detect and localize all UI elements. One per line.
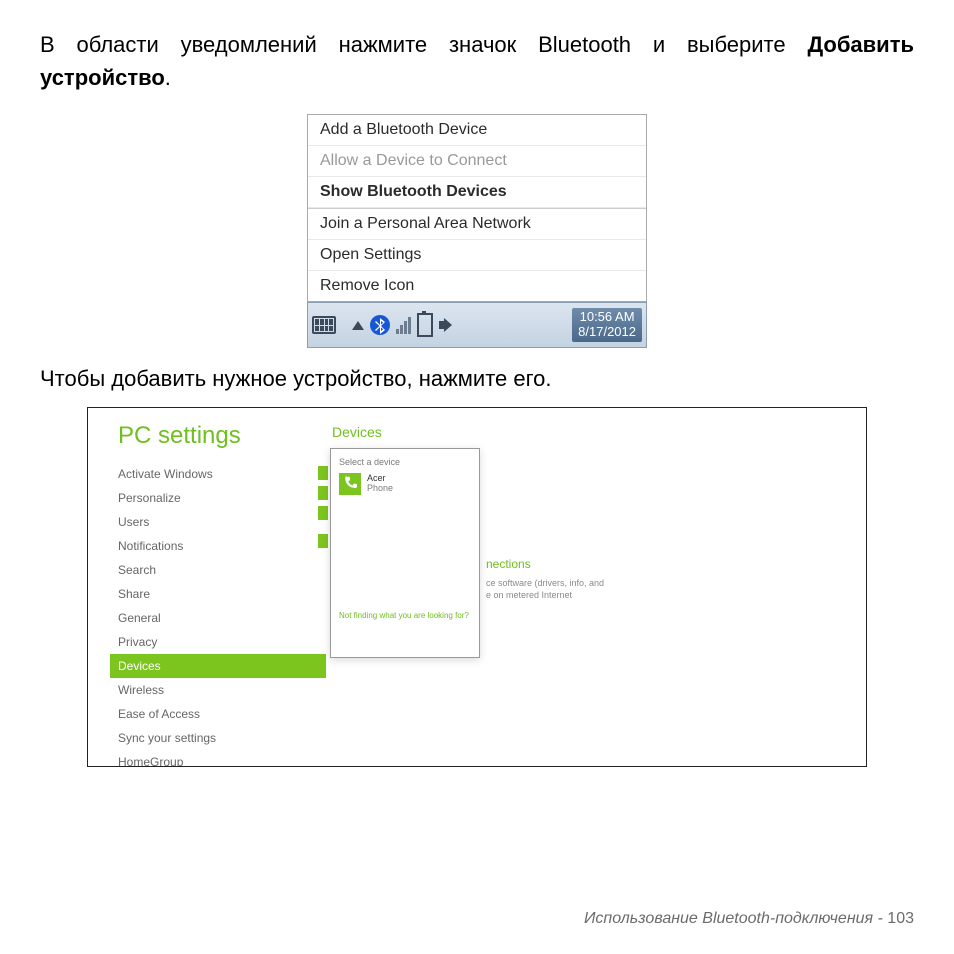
menu-allow-connect: Allow a Device to Connect [308,146,646,177]
menu-add-bt-device[interactable]: Add a Bluetooth Device [308,115,646,146]
connections-line2: e on metered Internet [486,589,852,602]
sidebar-item[interactable]: Notifications [110,534,326,558]
connections-line1: ce software (drivers, info, and [486,577,852,590]
intro-tail: . [165,65,171,90]
connections-header: nections [486,556,852,573]
clock-time: 10:56 AM [578,310,636,325]
volume-icon[interactable] [439,317,455,333]
keyboard-icon[interactable] [312,316,336,334]
pc-settings-screenshot: PC settings Activate WindowsPersonalizeU… [87,407,867,767]
sidebar-item[interactable]: Personalize [110,486,326,510]
pc-settings-title: PC settings [118,422,318,450]
phone-icon [339,473,361,495]
sidebar-item[interactable]: General [110,606,326,630]
show-hidden-icons-icon[interactable] [352,321,364,330]
sidebar-item[interactable]: Ease of Access [110,702,326,726]
sidebar-item[interactable]: Wireless [110,678,326,702]
clock-date: 8/17/2012 [578,325,636,340]
footer-text: Использование Bluetooth-подключения - [584,910,887,927]
sidebar-item[interactable]: Activate Windows [110,462,326,486]
page-number: 103 [887,910,914,927]
bluetooth-menu-screenshot: Add a Bluetooth Device Allow a Device to… [307,114,647,348]
sidebar-item[interactable]: HomeGroup [110,750,326,767]
taskbar: 10:56 AM 8/17/2012 [307,302,647,348]
connections-block: nections ce software (drivers, info, and… [486,556,852,602]
bluetooth-icon[interactable] [370,315,390,335]
context-menu: Add a Bluetooth Device Allow a Device to… [307,114,647,302]
device-item[interactable]: Acer Phone [339,473,471,495]
devices-header: Devices [332,424,852,440]
device-type: Phone [367,484,393,494]
clock[interactable]: 10:56 AM 8/17/2012 [572,308,642,342]
sidebar-item[interactable]: Share [110,582,326,606]
not-finding-link[interactable]: Not finding what you are looking for? [339,611,471,620]
select-device-label: Select a device [339,457,471,467]
sidebar-item[interactable]: Privacy [110,630,326,654]
select-device-popup: Select a device Acer Phone Not finding w… [330,448,480,658]
sidebar-item[interactable]: Users [110,510,326,534]
menu-remove-icon[interactable]: Remove Icon [308,271,646,302]
paragraph-2: Чтобы добавить нужное устройство, нажмит… [40,362,914,395]
intro-line1: В области уведомлений нажмите значок Blu… [40,32,807,57]
network-signal-icon[interactable] [396,316,411,334]
menu-show-bt-devices[interactable]: Show Bluetooth Devices [308,177,646,208]
pc-settings-sidebar: PC settings Activate WindowsPersonalizeU… [88,408,318,766]
sidebar-item[interactable]: Devices [110,654,326,678]
menu-open-settings[interactable]: Open Settings [308,240,646,271]
intro-paragraph: В области уведомлений нажмите значок Blu… [40,28,914,94]
sidebar-item[interactable]: Sync your settings [110,726,326,750]
menu-join-pan[interactable]: Join a Personal Area Network [308,209,646,240]
battery-icon[interactable] [417,313,433,337]
page-footer: Использование Bluetooth-подключения - 10… [584,910,914,928]
sidebar-item[interactable]: Search [110,558,326,582]
